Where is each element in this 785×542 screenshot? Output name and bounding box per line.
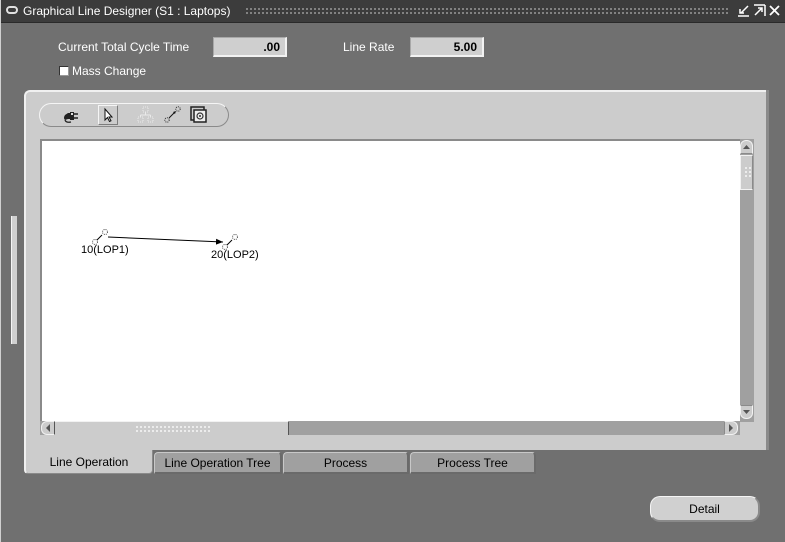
- detail-button[interactable]: Detail: [650, 496, 760, 522]
- connect-nodes-icon: [164, 106, 181, 123]
- scroll-right-button[interactable]: [724, 421, 738, 435]
- line-rate-label: Line Rate: [343, 40, 395, 54]
- cycle-time-label: Current Total Cycle Time: [58, 40, 190, 54]
- properties-icon: [190, 106, 207, 123]
- toolbar-button-layout: [136, 105, 156, 125]
- network-layout-icon: [137, 106, 154, 123]
- maximize-button[interactable]: [753, 4, 766, 17]
- diagram-edge-lop1-lop2[interactable]: [107, 236, 224, 245]
- scroll-up-button[interactable]: [740, 140, 753, 154]
- maximize-icon: [754, 4, 766, 16]
- toolbar-button-connect[interactable]: [61, 105, 81, 125]
- diagram-canvas[interactable]: 10(LOP1) 20(LOP2): [40, 139, 740, 422]
- close-button[interactable]: [768, 4, 781, 17]
- graphical-line-designer-window: Graphical Line Designer (S1 : Laptops) C…: [0, 0, 785, 542]
- thumb-grip-dots: [744, 166, 751, 178]
- left-splitter-handle[interactable]: [11, 216, 17, 344]
- arrow-left-icon: [46, 424, 50, 432]
- arrow-down-icon: [743, 410, 750, 414]
- minimize-button[interactable]: [737, 4, 750, 17]
- diagram-node-lop1-label[interactable]: 10(LOP1): [81, 244, 129, 256]
- panel-edge: [766, 90, 769, 450]
- toolbar-button-properties[interactable]: [189, 105, 209, 125]
- minimize-icon: [738, 5, 749, 17]
- title-bar[interactable]: Graphical Line Designer (S1 : Laptops): [1, 0, 785, 23]
- toolbar-button-select[interactable]: [98, 105, 118, 125]
- mass-change-label[interactable]: Mass Change: [72, 64, 146, 78]
- horizontal-scroll-thumb[interactable]: [55, 421, 289, 435]
- tab-line-operation-tree[interactable]: Line Operation Tree: [154, 452, 282, 474]
- tab-process-tree[interactable]: Process Tree: [410, 452, 536, 474]
- close-icon: [769, 5, 780, 16]
- title-bar-drag-grip[interactable]: [245, 7, 729, 15]
- tab-process[interactable]: Process: [283, 452, 409, 474]
- vertical-scroll-thumb[interactable]: [740, 155, 753, 190]
- diagram-svg: [92, 229, 238, 250]
- pointer-select-icon: [104, 107, 114, 123]
- toolbar-button-link[interactable]: [163, 105, 183, 125]
- line-rate-field[interactable]: 5.00: [410, 37, 484, 57]
- diagram-node-lop1-icon[interactable]: [92, 229, 108, 245]
- plug-connect-icon: [64, 112, 78, 123]
- arrow-right-icon: [729, 424, 733, 432]
- diagram-node-lop2-icon[interactable]: [222, 234, 238, 250]
- scroll-down-button[interactable]: [740, 405, 753, 419]
- mass-change-checkbox[interactable]: [59, 66, 69, 76]
- window-title: Graphical Line Designer (S1 : Laptops): [23, 4, 231, 18]
- scroll-left-button[interactable]: [41, 421, 55, 435]
- tab-line-operation[interactable]: Line Operation: [24, 450, 153, 474]
- thumb-grip-dots: [135, 425, 211, 433]
- cycle-time-field[interactable]: .00: [213, 37, 287, 57]
- oracle-window-icon: [6, 6, 18, 14]
- diagram-node-lop2-label[interactable]: 20(LOP2): [211, 249, 259, 261]
- arrow-up-icon: [743, 145, 750, 149]
